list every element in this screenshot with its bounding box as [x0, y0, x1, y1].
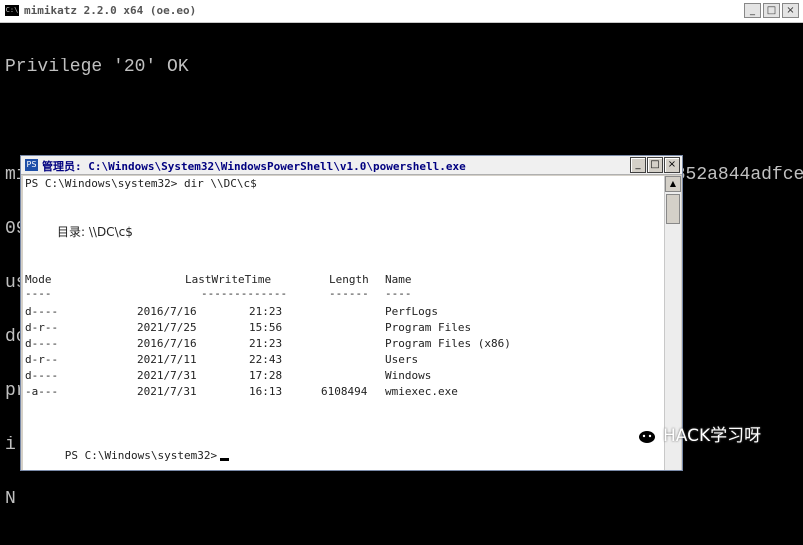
powershell-window[interactable]: PS 管理员: C:\Windows\System32\WindowsPower… [20, 155, 683, 471]
scroll-up-arrow-icon[interactable]: ▲ [665, 176, 681, 192]
mimikatz-window-controls: _ □ × [744, 3, 799, 18]
maximize-button[interactable]: □ [647, 157, 663, 173]
table-row: d---- 2016/7/16 21:23 Program Files (x86… [25, 336, 664, 352]
scrollbar-thumb[interactable] [666, 194, 680, 224]
table-row: d---- 2021/7/31 17:28 Windows [25, 368, 664, 384]
row-mode: d-r-- [25, 353, 59, 366]
row-time: 22:43 [249, 353, 283, 366]
row-time: 16:13 [249, 385, 283, 398]
underline-length: ------ [329, 287, 369, 300]
underline-mode: ---- [25, 287, 52, 300]
row-date: 2021/7/11 [137, 353, 197, 366]
wechat-icon [625, 421, 657, 445]
row-time: 21:23 [249, 305, 283, 318]
powershell-title-bar[interactable]: PS 管理员: C:\Windows\System32\WindowsPower… [21, 156, 682, 175]
console-line: N [5, 490, 16, 508]
console-icon: C:\ [5, 5, 19, 16]
close-button[interactable]: × [664, 157, 680, 173]
row-name: PerfLogs [385, 305, 438, 318]
table-row: d-r-- 2021/7/25 15:56 Program Files [25, 320, 664, 336]
row-name: wmiexec.exe [385, 385, 458, 398]
row-date: 2021/7/31 [137, 385, 197, 398]
row-date: 2016/7/16 [137, 305, 197, 318]
command-prompt-line[interactable]: PS C:\Windows\system32> [25, 432, 230, 462]
table-row: d---- 2016/7/16 21:23 PerfLogs [25, 304, 664, 320]
maximize-button[interactable]: □ [763, 3, 780, 18]
row-mode: d---- [25, 337, 59, 350]
row-name: Program Files [385, 321, 472, 334]
row-name: Users [385, 353, 419, 366]
prompt-text: PS C:\Windows\system32> [64, 449, 218, 462]
console-line: Privilege '20' OK [5, 58, 189, 76]
row-mode: d---- [25, 305, 59, 318]
row-mode: d-r-- [25, 321, 59, 334]
mimikatz-title-bar[interactable]: C:\ mimikatz 2.2.0 x64 (oe.eo) _ □ × [0, 0, 803, 23]
row-name: Program Files (x86) [385, 337, 511, 350]
row-time: 15:56 [249, 321, 283, 334]
command-prompt-line: PS C:\Windows\system32> dir \\DC\c$ [25, 177, 257, 190]
row-time: 17:28 [249, 369, 283, 382]
underline-name: ---- [385, 287, 412, 300]
table-header-underline: ---- ------------- ------ ---- [25, 286, 664, 302]
row-name: Windows [385, 369, 432, 382]
watermark: HACK学习呀 [625, 420, 761, 446]
powershell-window-title: 管理员: C:\Windows\System32\WindowsPowerShe… [42, 160, 466, 173]
text-cursor [220, 458, 230, 461]
close-button[interactable]: × [782, 3, 799, 18]
row-date: 2021/7/25 [137, 321, 197, 334]
powershell-console-output[interactable]: PS C:\Windows\system32> dir \\DC\c$ 目录: … [23, 176, 664, 470]
minimize-button[interactable]: _ [630, 157, 646, 173]
minimize-button[interactable]: _ [744, 3, 761, 18]
row-mode: -a--- [25, 385, 59, 398]
row-date: 2016/7/16 [137, 337, 197, 350]
powershell-window-controls: _ □ × [630, 157, 680, 173]
powershell-icon: PS [25, 159, 38, 171]
watermark-text: HACK学习呀 [663, 425, 762, 446]
row-length: 6108494 [321, 385, 368, 398]
row-date: 2021/7/31 [137, 369, 197, 382]
mimikatz-window-title: mimikatz 2.2.0 x64 (oe.eo) [24, 4, 197, 17]
directory-label: 目录: \\DC\c$ [57, 225, 133, 239]
row-time: 21:23 [249, 337, 283, 350]
underline-lastwritetime: ------------- [201, 287, 288, 300]
table-row: -a--- 2021/7/31 16:13 6108494 wmiexec.ex… [25, 384, 664, 400]
row-mode: d---- [25, 369, 59, 382]
table-row: d-r-- 2021/7/11 22:43 Users [25, 352, 664, 368]
